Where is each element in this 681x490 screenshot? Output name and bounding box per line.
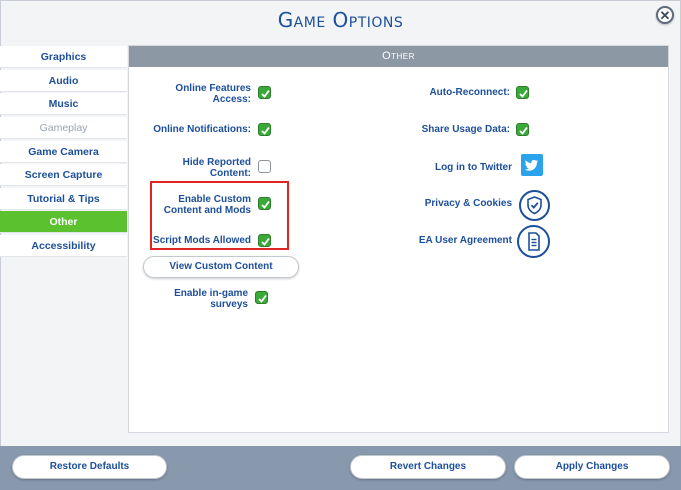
share-usage-label: Share Usage Data: (421, 124, 510, 135)
script-mods-checkbox[interactable] (258, 234, 271, 247)
enable-custom-content-label: Enable Custom Content and Mods (163, 194, 251, 216)
sidebar-item-game-camera[interactable]: Game Camera (0, 140, 127, 163)
revert-changes-button[interactable]: Revert Changes (350, 455, 506, 479)
auto-reconnect-label: Auto-Reconnect: (429, 87, 510, 98)
page-icon (528, 232, 540, 251)
ingame-surveys-label: Enable in-game surveys (174, 288, 248, 310)
checkmark-icon (258, 294, 267, 303)
hide-reported-label: Hide Reported Content: (182, 157, 251, 179)
twitter-icon[interactable] (521, 154, 543, 176)
sidebar-item-graphics[interactable]: Graphics (0, 46, 127, 68)
shield-check-icon[interactable] (519, 190, 550, 221)
view-custom-content-button[interactable]: View Custom Content (143, 256, 299, 278)
sidebar-item-music[interactable]: Music (0, 93, 127, 116)
checkmark-icon (519, 126, 528, 135)
sidebar-item-accessibility[interactable]: Accessibility (0, 235, 127, 258)
sidebar-item-tutorial-tips[interactable]: Tutorial & Tips (0, 187, 127, 210)
panel-header: Other (129, 46, 668, 67)
checkmark-icon (261, 237, 270, 246)
privacy-label: Privacy & Cookies (424, 198, 512, 209)
document-icon[interactable] (517, 225, 550, 258)
checkmark-icon (519, 89, 528, 98)
checkmark-icon (261, 200, 270, 209)
ea-agreement-label: EA User Agreement (418, 235, 512, 246)
sidebar-item-other[interactable]: Other (0, 211, 127, 234)
online-features-label: Online Features Access: (175, 83, 251, 105)
online-features-checkbox[interactable] (258, 86, 271, 99)
ingame-surveys-checkbox[interactable] (255, 291, 268, 304)
sidebar-item-gameplay: Gameplay (0, 116, 127, 139)
sidebar-item-screen-capture[interactable]: Screen Capture (0, 164, 127, 187)
online-notifications-label: Online Notifications: (153, 124, 251, 135)
enable-custom-content-checkbox[interactable] (258, 197, 271, 210)
share-usage-checkbox[interactable] (516, 123, 529, 136)
twitter-bird-icon (525, 159, 538, 171)
twitter-label: Log in to Twitter (434, 162, 512, 173)
hide-reported-checkbox[interactable] (258, 160, 271, 173)
dialog-title: Game Options (277, 8, 404, 32)
close-icon[interactable]: ✕ (656, 6, 674, 24)
shield-icon (527, 196, 542, 215)
apply-changes-button[interactable]: Apply Changes (514, 455, 670, 479)
script-mods-label: Script Mods Allowed (153, 235, 251, 246)
online-notifications-checkbox[interactable] (258, 123, 271, 136)
sidebar: Graphics Audio Music Gameplay Game Camer… (0, 46, 127, 259)
auto-reconnect-checkbox[interactable] (516, 86, 529, 99)
sidebar-item-audio[interactable]: Audio (0, 69, 127, 92)
checkmark-icon (261, 126, 270, 135)
restore-defaults-button[interactable]: Restore Defaults (12, 455, 167, 479)
checkmark-icon (261, 89, 270, 98)
